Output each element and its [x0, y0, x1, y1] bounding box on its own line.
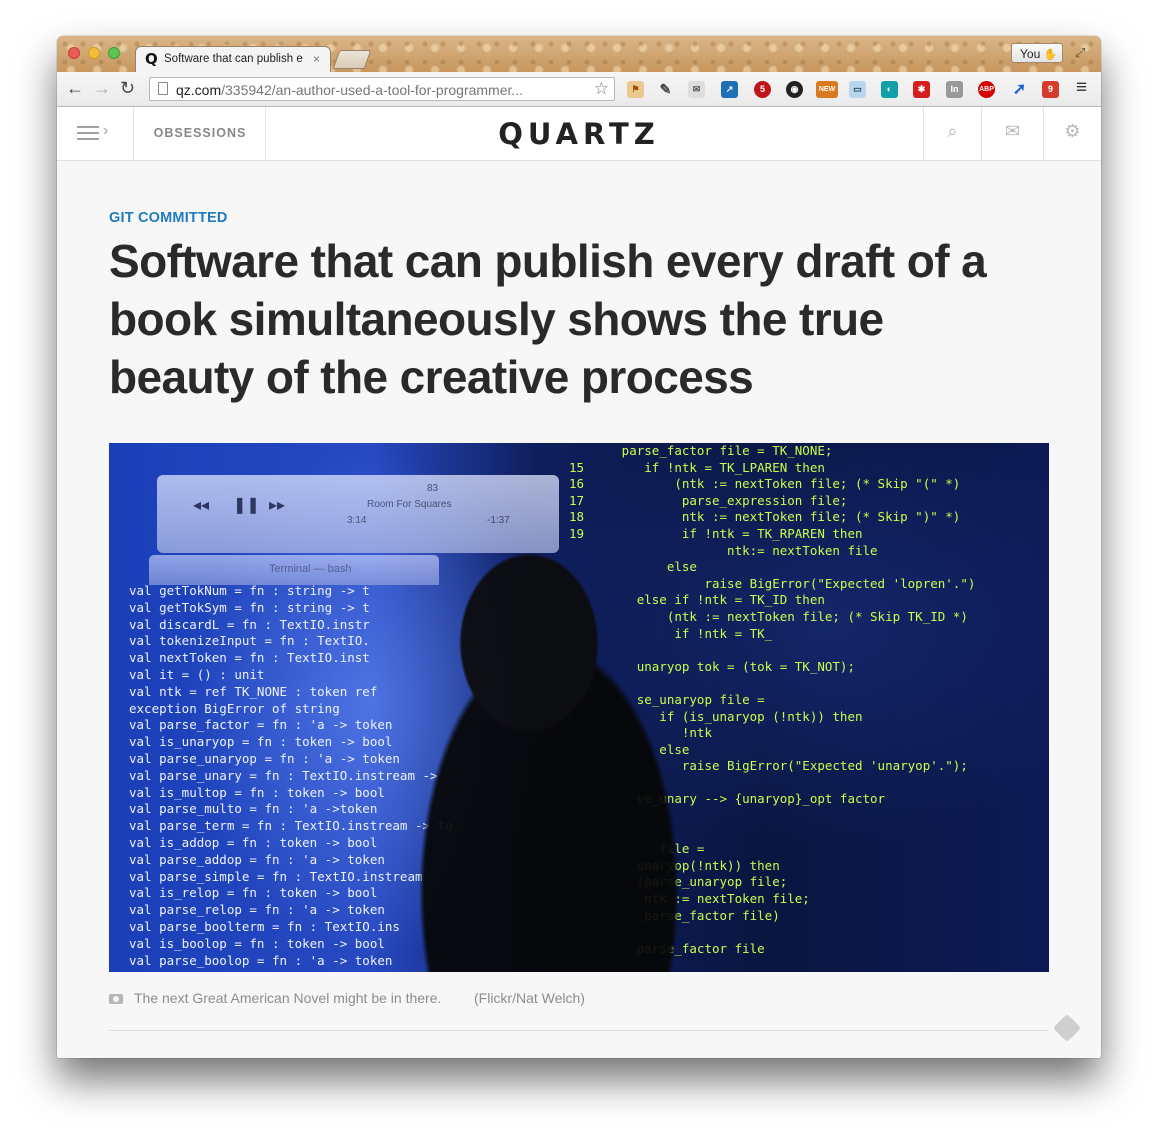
color-wheel-extension-icon[interactable]: ◉ [786, 81, 803, 98]
search-icon: ⌕ [947, 121, 958, 141]
url-text[interactable]: qz.com/335942/an-author-used-a-tool-for-… [176, 82, 588, 98]
notes-extension-icon[interactable]: ✉ [688, 81, 705, 98]
rewind-icon: ◂◂ [193, 497, 210, 514]
browser-menu-icon[interactable]: ≡ [1076, 78, 1087, 98]
zoom-window-button[interactable] [108, 47, 120, 59]
new-badge: NEW [818, 86, 836, 93]
email-button[interactable]: ✉ [982, 107, 1044, 160]
gmail-badge: 9 [1047, 84, 1053, 94]
player-time-elapsed: 3:14 [347, 515, 367, 526]
bookmark-star-icon[interactable]: ☆ [594, 79, 609, 99]
back-arrow-icon[interactable]: ← [66, 78, 84, 98]
player-time-remaining: -1:37 [487, 515, 510, 526]
address-bar[interactable]: qz.com/335942/an-author-used-a-tool-for-… [149, 77, 615, 101]
browser-titlebar: Q Software that can publish e × You ✋ ⤢ [57, 36, 1101, 72]
tab-title: Software that can publish e [164, 53, 303, 65]
chevron-right-icon: › [103, 122, 109, 139]
obsessions-label: OBSESSIONS [153, 126, 247, 140]
pocket-extension-icon[interactable]: ↗ [721, 81, 738, 98]
menu-button[interactable]: › [57, 107, 134, 160]
asterisk-extension-icon[interactable]: ✱ [913, 81, 930, 98]
fullscreen-icon[interactable]: ⤢ [1075, 45, 1085, 61]
obsessions-button[interactable]: OBSESSIONS [134, 107, 266, 160]
browser-window: Q Software that can publish e × You ✋ ⤢ … [57, 36, 1101, 1058]
feed-extension-icon[interactable]: ◐ [881, 81, 898, 98]
tab-close-icon[interactable]: × [313, 52, 320, 66]
timer-badge: 5 [759, 84, 765, 94]
flag-extension-icon[interactable]: ⚑ [627, 81, 644, 98]
window-extension-icon[interactable]: ▭ [849, 81, 866, 98]
close-window-button[interactable] [68, 47, 80, 59]
instapaper-extension-icon[interactable]: In [946, 81, 963, 98]
fast-forward-icon: ▸▸ [269, 497, 286, 514]
article-kicker[interactable]: GIT COMMITTED [109, 210, 228, 226]
hero-image: ◂◂ ❚❚ ▸▸ 83 Room For Squares 3:14 -1:37 … [109, 443, 1049, 972]
person-silhouette [379, 553, 709, 972]
divider [109, 1030, 1049, 1031]
feedback-icon[interactable] [1052, 1013, 1082, 1043]
new-tab-button[interactable] [332, 50, 372, 69]
article-headline: Software that can publish every draft of… [109, 235, 987, 403]
site-header: › OBSESSIONS QUARTZ ⌕ ✉ ⚙ [57, 107, 1101, 161]
url-domain: qz.com [176, 82, 222, 98]
settings-button[interactable]: ⚙ [1044, 107, 1101, 160]
terminal-title: Terminal — bash [269, 563, 352, 575]
adblock-extension-icon[interactable]: ABP [978, 81, 995, 98]
pause-icon: ❚❚ [233, 497, 260, 514]
new-extension-icon[interactable]: NEW [816, 81, 838, 98]
quartz-logo[interactable]: QUARTZ [429, 117, 729, 151]
music-player-window: ◂◂ ❚❚ ▸▸ 83 Room For Squares 3:14 -1:37 [157, 475, 559, 553]
profile-button-label: You [1020, 47, 1041, 61]
url-path: /335942/an-author-used-a-tool-for-progra… [221, 82, 524, 98]
quartz-favicon-icon: Q [145, 50, 158, 68]
player-track-number: 83 [427, 483, 439, 494]
browser-tab-active[interactable]: Q Software that can publish e × [135, 46, 331, 72]
browser-toolbar: ← → ↻ qz.com/335942/an-author-used-a-too… [57, 72, 1101, 107]
timer-extension-icon[interactable]: 5 [754, 81, 771, 98]
search-button[interactable]: ⌕ [923, 107, 982, 160]
camera-icon [109, 994, 123, 1004]
minimize-window-button[interactable] [88, 47, 100, 59]
player-track-name: Room For Squares [367, 499, 452, 510]
gmail-extension-icon[interactable]: 9 [1042, 81, 1059, 98]
adblock-badge: ABP [979, 86, 994, 93]
envelope-icon: ✉ [1004, 121, 1021, 141]
image-caption: The next Great American Novel might be i… [134, 990, 442, 1006]
reload-icon[interactable]: ↻ [120, 78, 135, 98]
forward-arrow-icon[interactable]: → [93, 78, 111, 98]
page-icon [158, 82, 168, 95]
hamburger-icon [77, 126, 99, 140]
profile-button[interactable]: You ✋ [1011, 43, 1063, 63]
image-credit: (Flickr/Nat Welch) [474, 990, 585, 1006]
profile-hand-icon: ✋ [1043, 49, 1058, 61]
eyedropper-extension-icon[interactable]: ✎ [657, 81, 674, 98]
gear-icon: ⚙ [1064, 121, 1081, 141]
send-extension-icon[interactable]: ➚ [1011, 81, 1028, 98]
